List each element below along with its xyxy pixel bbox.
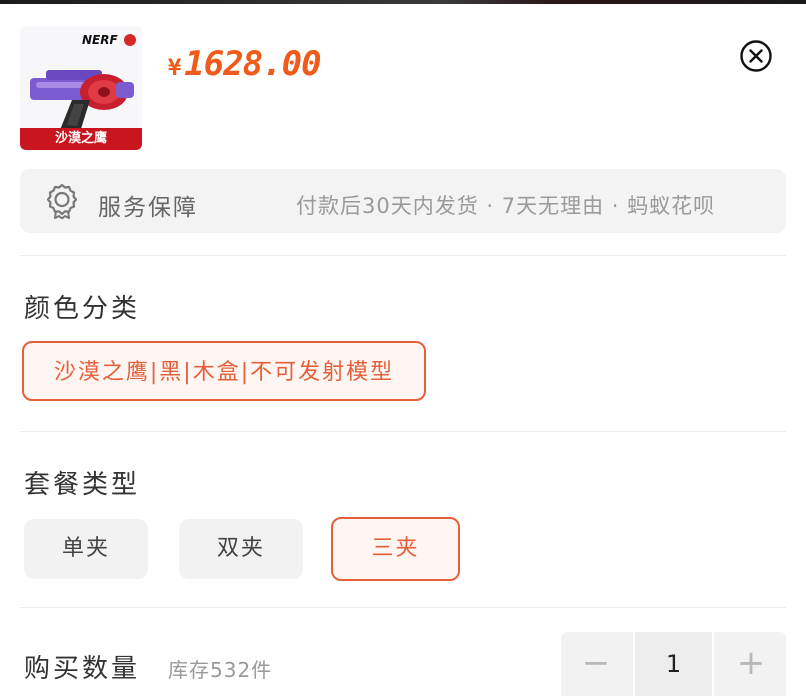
service-description: 付款后30天内发货 · 7天无理由 · 蚂蚁花呗 (296, 194, 716, 218)
quantity-stepper[interactable]: − 1 + (561, 632, 786, 696)
stock-count: 库存532件 (168, 658, 273, 682)
package-option-single[interactable]: 单夹 (24, 519, 148, 579)
quantity-label: 购买数量 (24, 654, 141, 684)
close-button[interactable] (740, 40, 772, 72)
color-option-selected[interactable]: 沙漠之鹰|黑|木盒|不可发射模型 (22, 341, 426, 401)
quantity-value[interactable]: 1 (633, 632, 714, 696)
package-option-double[interactable]: 双夹 (179, 519, 303, 579)
minus-button[interactable]: − (561, 632, 631, 696)
sku-selection-sheet: NERF 沙漠之鹰 ¥1628.00 服务保障 付款后30天内发货 · 7天无理… (0, 4, 806, 700)
divider (20, 431, 786, 432)
plus-icon: + (736, 643, 766, 683)
minus-icon: − (581, 643, 611, 683)
service-guarantee-bar[interactable]: 服务保障 付款后30天内发货 · 7天无理由 · 蚂蚁花呗 (20, 169, 786, 233)
color-section-title: 颜色分类 (24, 294, 141, 324)
package-option-triple[interactable]: 三夹 (331, 517, 460, 581)
thumbnail-label: 沙漠之鹰 (20, 128, 142, 150)
divider (20, 607, 786, 608)
currency-symbol: ¥ (168, 56, 181, 81)
close-circle-icon (740, 40, 772, 72)
brand-logo: NERF (82, 33, 118, 47)
award-badge-icon (46, 183, 78, 219)
service-title: 服务保障 (98, 195, 198, 221)
price-value: 1628.00 (184, 44, 321, 84)
product-thumbnail[interactable]: NERF 沙漠之鹰 (20, 26, 142, 150)
divider (20, 255, 786, 256)
package-section-title: 套餐类型 (24, 470, 141, 500)
plus-button[interactable]: + (716, 632, 786, 696)
price: ¥1628.00 (168, 44, 322, 84)
